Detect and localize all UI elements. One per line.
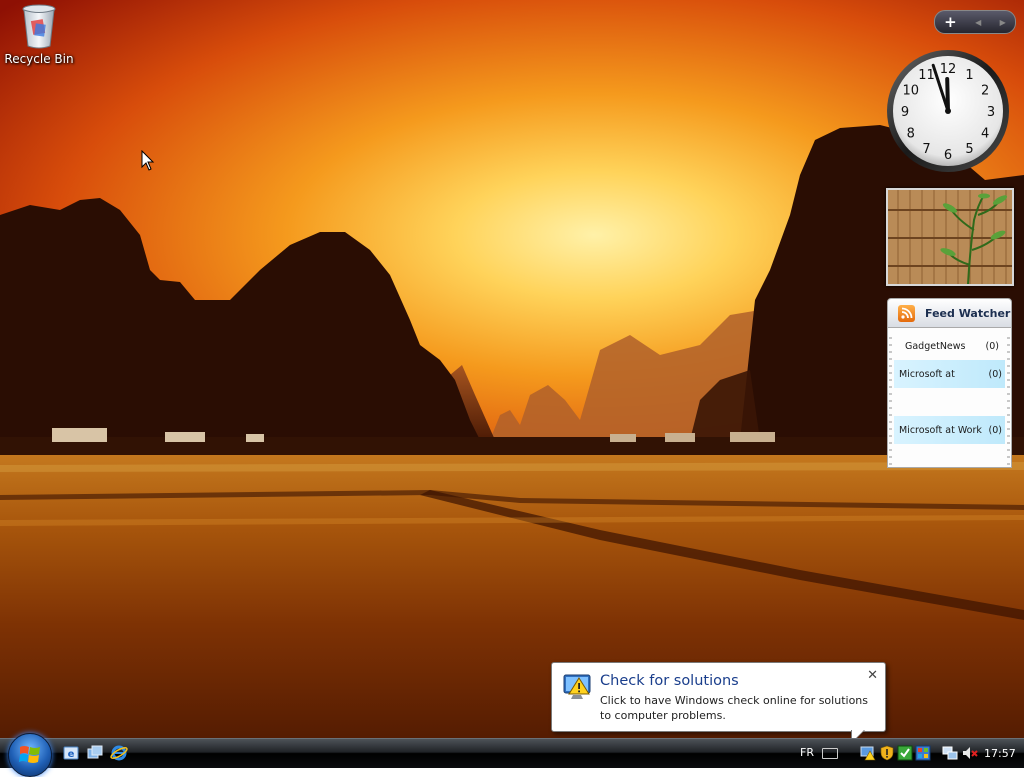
clock-number: 7	[922, 142, 930, 157]
recycle-bin-shortcut[interactable]: Recycle Bin	[4, 2, 74, 66]
feed-list: GadgetNews (0) Microsoft at (0) Microsof…	[887, 328, 1012, 468]
keyboard-icon[interactable]	[822, 748, 838, 759]
feed-count: (0)	[985, 340, 999, 352]
quick-launch-internet-explorer-icon[interactable]	[110, 744, 128, 762]
language-indicator[interactable]: FR	[800, 746, 814, 759]
rss-icon	[898, 304, 915, 322]
feed-count: (0)	[988, 424, 1002, 436]
clock-number: 5	[965, 142, 973, 157]
clock-gadget[interactable]: 1 2 3 4 5 6 7 8 9 10 11 12	[885, 48, 1011, 174]
feed-item-microsoft-at[interactable]: Microsoft at (0)	[894, 360, 1005, 388]
recycle-bin-icon	[19, 2, 59, 50]
clock-number: 9	[901, 105, 909, 120]
check-for-solutions-notification[interactable]: Check for solutions Click to have Window…	[551, 662, 886, 744]
taskbar: e FR 17:57	[0, 733, 1024, 777]
previous-page-button[interactable]: ◀	[975, 18, 981, 27]
clock-number: 1	[965, 68, 973, 83]
feed-watcher-title: Feed Watcher	[925, 306, 1011, 320]
recycle-bin-label: Recycle Bin	[4, 52, 74, 66]
problem-reports-icon	[563, 672, 593, 702]
clock-number: 12	[940, 62, 957, 77]
feed-item-microsoft-at-work[interactable]: Microsoft at Work (0)	[894, 416, 1005, 444]
notification-text: Click to have Windows check online for s…	[600, 694, 868, 722]
clock-number: 8	[907, 127, 915, 142]
feed-name: GadgetNews	[905, 340, 966, 352]
update-status-icon[interactable]	[915, 745, 931, 761]
problem-reports-tray-icon[interactable]	[860, 745, 876, 761]
clock-number: 11	[918, 68, 935, 83]
feed-item-empty	[894, 388, 1005, 416]
clock-number: 4	[981, 127, 989, 142]
sidebar-controls: + ◀ ▶	[934, 10, 1016, 34]
windows-logo-icon	[19, 746, 40, 763]
feed-name: Microsoft at Work	[899, 424, 982, 436]
close-icon[interactable]: ✕	[867, 668, 878, 683]
network-icon[interactable]	[942, 745, 958, 761]
start-button[interactable]	[8, 733, 52, 777]
volume-muted-icon[interactable]	[962, 745, 978, 761]
feed-watcher-header: Feed Watcher	[887, 298, 1012, 328]
quick-launch-switch-windows-icon[interactable]	[86, 744, 104, 762]
clock-number: 3	[987, 105, 995, 120]
taskbar-clock[interactable]: 17:57	[984, 747, 1016, 760]
next-page-button[interactable]: ▶	[1000, 18, 1006, 27]
add-gadget-button[interactable]: +	[944, 13, 957, 31]
notification-title: Check for solutions	[600, 673, 739, 689]
security-shield-icon[interactable]	[879, 745, 895, 761]
feed-item-gadgetnews[interactable]: GadgetNews (0)	[894, 332, 1005, 360]
clock-number: 6	[944, 148, 952, 163]
clock-number: 2	[981, 84, 989, 99]
feed-count: (0)	[988, 368, 1002, 380]
desktop-wallpaper	[0, 0, 1024, 738]
feed-name: Microsoft at	[899, 368, 955, 380]
antivirus-check-icon[interactable]	[897, 745, 913, 761]
slideshow-gadget[interactable]	[886, 188, 1014, 286]
notification-area: FR 17:57	[790, 739, 1024, 769]
svg-text:e: e	[68, 749, 75, 760]
feed-watcher-gadget[interactable]: Feed Watcher GadgetNews (0) Microsoft at…	[887, 298, 1012, 470]
quick-launch-explorer-icon[interactable]: e	[62, 744, 80, 762]
mouse-pointer-icon	[141, 149, 155, 175]
clock-number: 10	[903, 84, 920, 99]
